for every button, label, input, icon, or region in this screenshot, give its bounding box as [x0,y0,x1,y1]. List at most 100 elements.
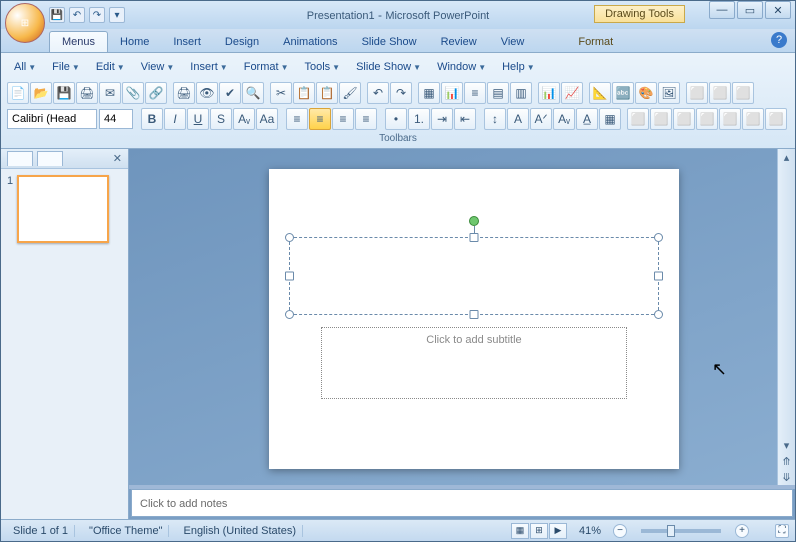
outline-tab[interactable] [37,151,63,166]
office-button[interactable]: ⊞ [5,3,45,43]
zoom-out-button[interactable]: − [613,524,627,538]
menu-window[interactable]: Window▼ [430,58,493,76]
extra-btn-3[interactable]: Aᵥ [553,108,575,130]
resize-handle-ml[interactable] [285,272,294,281]
menu-view[interactable]: View▼ [134,58,182,76]
resize-handle-mr[interactable] [654,272,663,281]
resize-handle-bm[interactable] [470,310,479,319]
toolbar-btn-15[interactable]: 📋 [316,82,338,104]
extra-btn-9[interactable]: ⬜ [673,108,695,130]
slideshow-view-button[interactable]: ▶ [549,523,567,539]
menu-file[interactable]: File▼ [45,58,87,76]
slide-thumbnail[interactable]: 1 [7,175,122,243]
toolbar-btn-33[interactable]: 🖼 [658,82,680,104]
maximize-button[interactable]: ▭ [737,1,763,19]
list-btn-2[interactable]: ⇥ [431,108,453,130]
toolbar-btn-6[interactable]: 🔗 [145,82,167,104]
toolbar-btn-27[interactable]: 📊 [538,82,560,104]
tab-insert[interactable]: Insert [161,32,213,52]
tab-view[interactable]: View [489,32,537,52]
toolbar-btn-23[interactable]: ≡ [464,82,486,104]
resize-handle-tm[interactable] [470,233,479,242]
toolbar-btn-4[interactable]: ✉ [99,82,121,104]
slides-tab[interactable] [7,151,33,166]
toolbar-btn-22[interactable]: 📊 [441,82,463,104]
scroll-down-icon[interactable]: ▾ [778,437,795,453]
format-btn-aᵥ[interactable]: Aᵥ [233,108,255,130]
zoom-in-button[interactable]: + [735,524,749,538]
extra-btn-5[interactable]: ▦ [599,108,621,130]
prev-slide-icon[interactable]: ⤊ [778,453,795,469]
toolbar-btn-11[interactable]: 🔍 [242,82,264,104]
resize-handle-tl[interactable] [285,233,294,242]
list-btn-0[interactable]: • [385,108,407,130]
align-btn-1[interactable]: ≡ [309,108,331,130]
zoom-slider[interactable] [641,529,721,533]
extra-btn-11[interactable]: ⬜ [719,108,741,130]
toolbar-btn-28[interactable]: 📈 [561,82,583,104]
qat-customize-icon[interactable]: ▾ [109,7,125,23]
tab-format[interactable]: Format [566,32,625,52]
format-btn-i[interactable]: I [164,108,186,130]
toolbar-btn-14[interactable]: 📋 [293,82,315,104]
format-btn-aa[interactable]: Aa [256,108,278,130]
menu-format[interactable]: Format▼ [237,58,296,76]
slide-canvas[interactable]: Click to add subtitle ↖ [129,149,777,485]
help-icon[interactable]: ? [771,32,787,48]
toolbar-btn-32[interactable]: 🎨 [635,82,657,104]
subtitle-placeholder[interactable]: Click to add subtitle [321,327,627,399]
list-btn-1[interactable]: 1. [408,108,430,130]
align-btn-3[interactable]: ≡ [355,108,377,130]
normal-view-button[interactable]: ▦ [511,523,529,539]
extra-btn-4[interactable]: A̲ [576,108,598,130]
tab-design[interactable]: Design [213,32,271,52]
tab-home[interactable]: Home [108,32,161,52]
menu-help[interactable]: Help▼ [495,58,542,76]
fit-to-window-button[interactable]: ⛶ [775,524,789,538]
toolbar-btn-25[interactable]: ▥ [510,82,532,104]
zoom-percent[interactable]: 41% [575,525,605,537]
qat-redo-icon[interactable]: ↷ [89,7,105,23]
extra-btn-1[interactable]: A [507,108,529,130]
vertical-scrollbar[interactable]: ▴ ▾ ⤊ ⤋ [777,149,795,485]
extra-btn-2[interactable]: Aᐟ [530,108,552,130]
toolbar-btn-1[interactable]: 📂 [30,82,52,104]
align-btn-0[interactable]: ≡ [286,108,308,130]
menu-insert[interactable]: Insert▼ [183,58,234,76]
tab-animations[interactable]: Animations [271,32,349,52]
font-size-combo[interactable]: 44 [99,109,133,129]
rotation-handle[interactable] [469,216,479,226]
qat-undo-icon[interactable]: ↶ [69,7,85,23]
extra-btn-8[interactable]: ⬜ [650,108,672,130]
format-btn-s[interactable]: S [210,108,232,130]
status-language[interactable]: English (United States) [177,525,303,537]
close-button[interactable]: ✕ [765,1,791,19]
toolbar-btn-8[interactable]: 🖨 [173,82,195,104]
extra-btn-13[interactable]: ⬜ [765,108,787,130]
menu-edit[interactable]: Edit▼ [89,58,132,76]
toolbar-btn-3[interactable]: 🖨 [76,82,98,104]
font-name-combo[interactable]: Calibri (Head [7,109,97,129]
list-btn-3[interactable]: ⇤ [454,108,476,130]
notes-pane[interactable]: Click to add notes [131,489,793,517]
format-btn-b[interactable]: B [141,108,163,130]
toolbar-btn-9[interactable]: 👁 [196,82,218,104]
resize-handle-tr[interactable] [654,233,663,242]
extra-btn-7[interactable]: ⬜ [627,108,649,130]
minimize-button[interactable]: — [709,1,735,19]
toolbar-btn-5[interactable]: 📎 [122,82,144,104]
sorter-view-button[interactable]: ⊞ [530,523,548,539]
toolbar-btn-36[interactable]: ⬜ [709,82,731,104]
toolbar-btn-0[interactable]: 📄 [7,82,29,104]
scroll-up-icon[interactable]: ▴ [778,149,795,165]
extra-btn-12[interactable]: ⬜ [742,108,764,130]
toolbar-btn-13[interactable]: ✂ [270,82,292,104]
toolbar-btn-31[interactable]: 🔤 [612,82,634,104]
toolbar-btn-2[interactable]: 💾 [53,82,75,104]
toolbar-btn-37[interactable]: ⬜ [732,82,754,104]
toolbar-btn-21[interactable]: ▦ [418,82,440,104]
toolbar-btn-30[interactable]: 📐 [589,82,611,104]
toolbar-btn-35[interactable]: ⬜ [686,82,708,104]
extra-btn-10[interactable]: ⬜ [696,108,718,130]
toolbar-btn-10[interactable]: ✔ [219,82,241,104]
